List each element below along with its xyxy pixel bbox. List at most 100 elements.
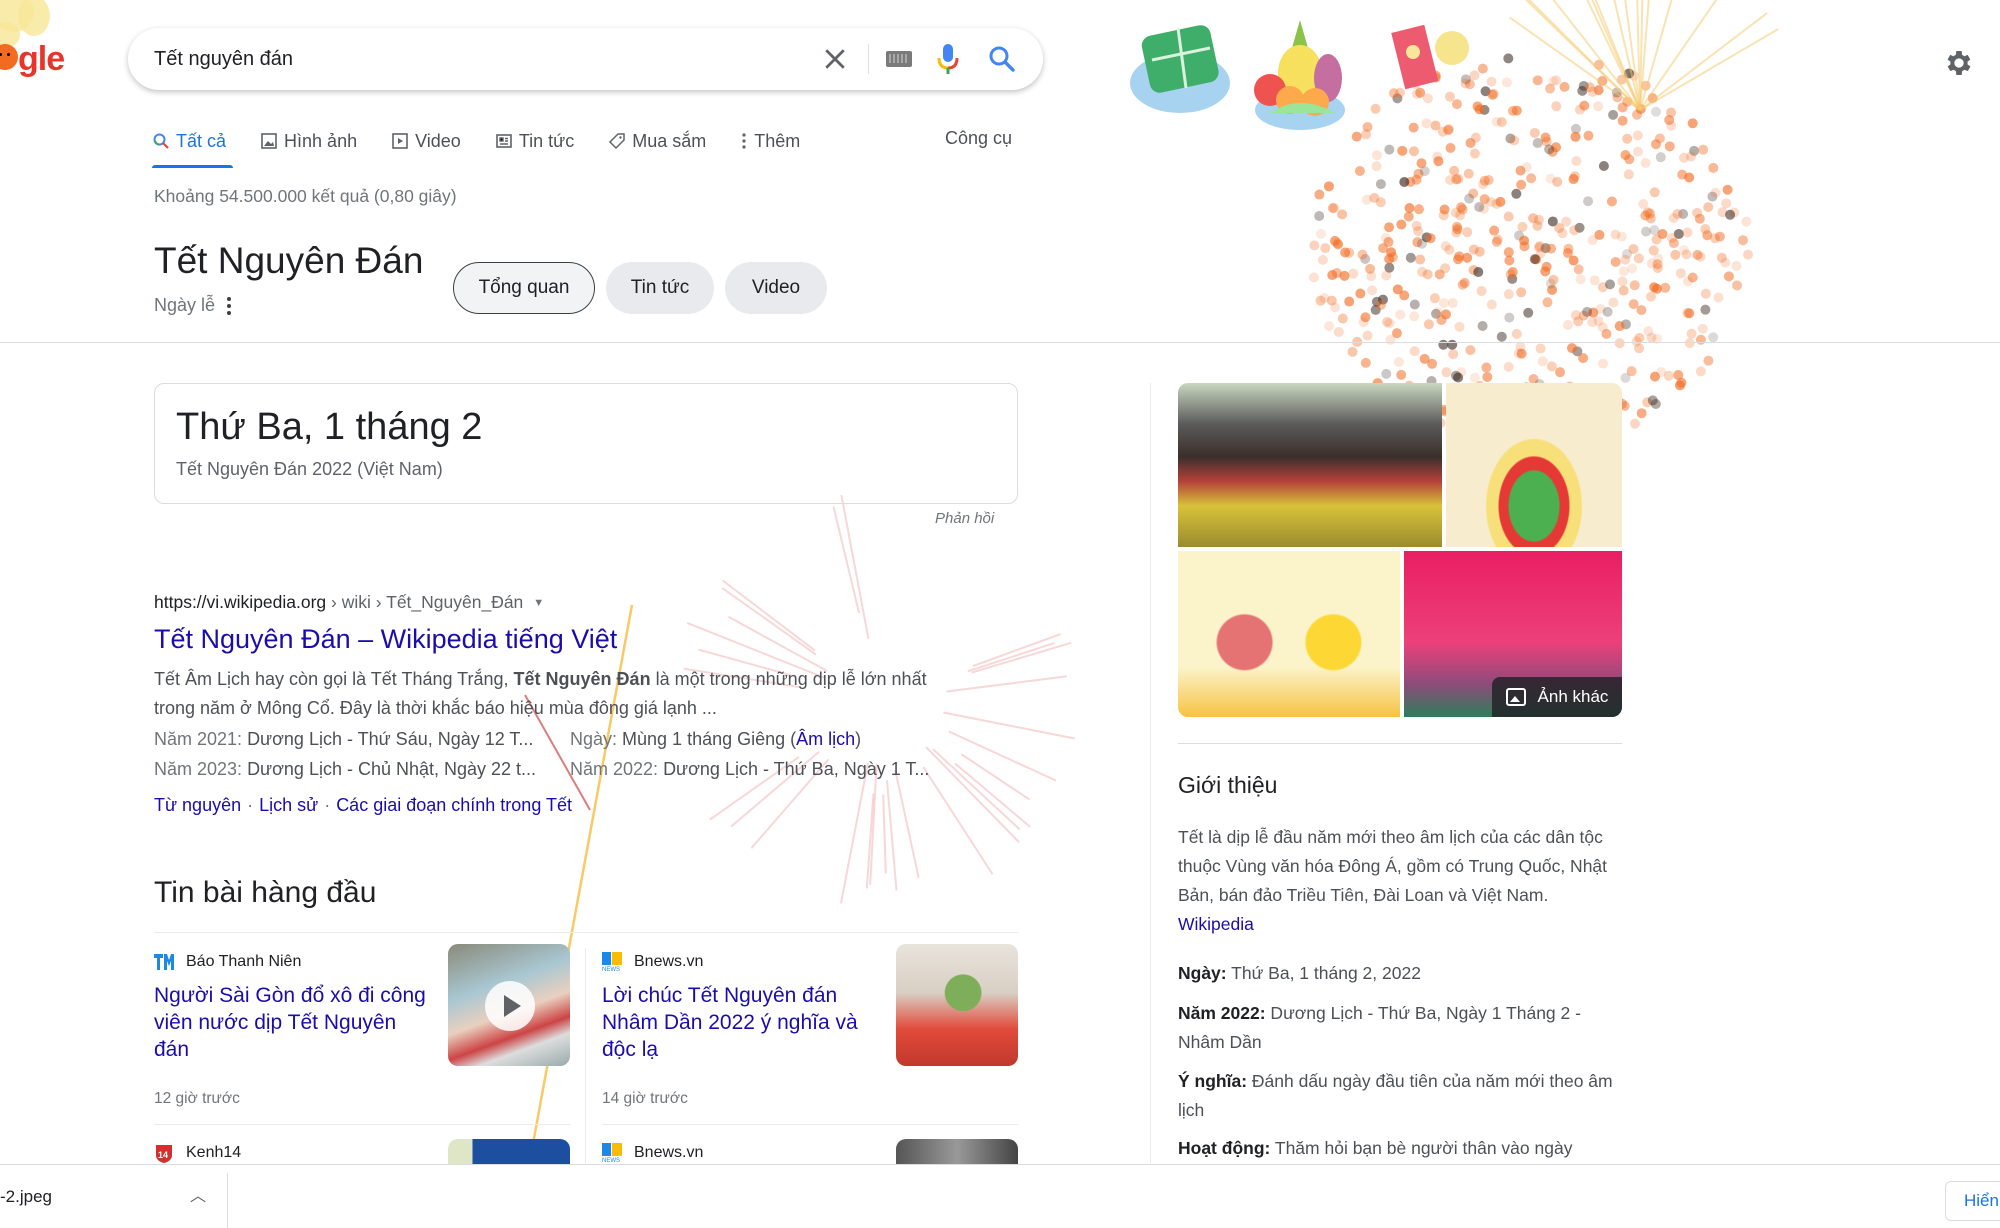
news-thumbnail[interactable] — [896, 1139, 1018, 1167]
google-doodle-logo[interactable]: gle — [0, 0, 80, 90]
search-divider — [868, 44, 869, 74]
separator: · — [324, 795, 331, 815]
news-headline[interactable]: Lời chúc Tết Nguyên đán Nhâm Dần 2022 ý … — [602, 982, 882, 1063]
sitelink-etymology[interactable]: Từ nguyên — [154, 795, 241, 815]
snippet-text: Tết Âm Lịch hay còn gọi là Tết Tháng Trắ… — [154, 669, 514, 689]
bnews-logo-icon: NEWS — [602, 1143, 622, 1163]
search-input[interactable]: Tết nguyên đán — [154, 28, 293, 90]
lunar-calendar-link[interactable]: Âm lịch — [796, 729, 855, 749]
more-options-icon[interactable] — [227, 296, 232, 315]
search-tabs: Tất cả Hình ảnh Video Tin tức Mua sắm Th… — [152, 126, 834, 166]
source-name: Kenh14 — [186, 1144, 242, 1161]
source-name: Bnews.vn — [634, 1144, 704, 1161]
feedback-link[interactable]: Phản hồi — [935, 510, 994, 527]
chip-news[interactable]: Tin tức — [606, 262, 714, 314]
fact-label: Năm 2021: — [154, 729, 248, 749]
fact-value: Dương Lịch - Thứ Sáu, Ngày 12 T... — [247, 729, 534, 749]
tab-label: Mua sắm — [632, 130, 707, 151]
news-source: NEWS Bnews.vn — [602, 952, 703, 972]
fact-label: Ngày: — [570, 729, 623, 749]
tiger-icon — [0, 44, 18, 70]
search-icon[interactable] — [986, 42, 1018, 76]
banh-chung-icon — [1130, 25, 1230, 113]
tab-video[interactable]: Video — [391, 126, 461, 156]
download-bar: -2.jpeg ︿ Hiển — [0, 1164, 2000, 1228]
result-title-link[interactable]: Tết Nguyên Đán – Wikipedia tiếng Việt — [154, 624, 617, 655]
gallery-image-illustration[interactable] — [1446, 383, 1622, 547]
settings-gear-icon[interactable] — [1943, 47, 1975, 79]
more-vert-icon — [742, 133, 746, 149]
news-card[interactable]: NEWS Bnews.vn Lời chúc Tết Nguyên đán Nh… — [602, 944, 1022, 1122]
show-all-button[interactable]: Hiển — [1945, 1181, 2000, 1221]
source-name: Bnews.vn — [634, 953, 704, 970]
keyboard-icon[interactable] — [886, 51, 912, 67]
fact-value: Dương Lịch - Chủ Nhật, Ngày 22 t... — [247, 759, 537, 779]
chip-overview[interactable]: Tổng quan — [453, 262, 595, 314]
kp-fact-activity: Hoạt động: Thăm hỏi bạn bè người thân và… — [1178, 1134, 1628, 1163]
result-cite[interactable]: https://vi.wikipedia.org › wiki › Tết_Ng… — [154, 592, 544, 613]
result-fact: Năm 2022: Dương Lịch - Thứ Ba, Ngày 1 T.… — [570, 759, 929, 780]
news-thumbnail[interactable] — [448, 944, 570, 1066]
doodle-illustrations — [1130, 20, 1469, 130]
tab-all[interactable]: Tất cả — [152, 126, 226, 156]
fact-label: Ngày: — [1178, 963, 1227, 983]
sitelink-history[interactable]: Lịch sử — [259, 795, 318, 815]
clear-icon[interactable] — [820, 44, 850, 74]
sitelink-stages[interactable]: Các giai đoạn chính trong Tết — [336, 795, 572, 815]
news-thumbnail[interactable] — [448, 1139, 570, 1167]
gallery-image-family-cartoon[interactable] — [1178, 551, 1400, 717]
fruit-tray-icon — [1254, 20, 1345, 130]
search-box[interactable]: Tết nguyên đán — [128, 28, 1043, 90]
result-snippet: Tết Âm Lịch hay còn gọi là Tết Tháng Trắ… — [154, 665, 954, 723]
tab-news[interactable]: Tin tức — [495, 126, 574, 156]
news-source: 14 Kenh14 — [154, 1143, 241, 1163]
tab-shopping[interactable]: Mua sắm — [608, 126, 706, 156]
search-icon — [153, 133, 169, 149]
download-file-name[interactable]: -2.jpeg — [0, 1165, 52, 1228]
gallery-image-house[interactable] — [1178, 383, 1442, 547]
news-source: Báo Thanh Niên — [154, 952, 301, 972]
entity-subtitle: Ngày lễ — [154, 295, 232, 316]
image-icon — [261, 133, 277, 149]
tools-button[interactable]: Công cụ — [945, 128, 1012, 149]
fact-value: Thứ Ba, 1 tháng 2, 2022 — [1226, 963, 1421, 983]
fact-label: Hoạt động: — [1178, 1138, 1271, 1158]
fact-value: Thăm hỏi bạn bè người thân vào ngày — [1270, 1138, 1573, 1158]
news-headline[interactable]: Người Sài Gòn đổ xô đi công viên nước dị… — [154, 982, 434, 1063]
gallery-image-book-cover[interactable]: Ảnh khác — [1404, 551, 1622, 717]
answer-caption: Tết Nguyên Đán 2022 (Việt Nam) — [176, 459, 443, 479]
news-card[interactable]: Báo Thanh Niên Người Sài Gòn đổ xô đi cô… — [154, 944, 574, 1122]
entity-title: Tết Nguyên Đán — [154, 240, 424, 281]
result-stats: Khoảng 54.500.000 kết quả (0,80 giây) — [154, 186, 457, 206]
microphone-icon[interactable] — [936, 42, 960, 76]
image-gallery: Ảnh khác — [1178, 383, 1622, 717]
tab-label: Video — [415, 130, 461, 151]
news-thumbnail[interactable] — [896, 944, 1018, 1066]
entity-type: Ngày lễ — [154, 295, 216, 315]
fact-value: ) — [855, 729, 862, 749]
answer-date: Thứ Ba, 1 tháng 2 — [176, 406, 483, 448]
tab-label: Tất cả — [176, 130, 227, 151]
fact-label: Năm 2022: — [570, 759, 664, 779]
fact-value: Dương Lịch - Thứ Ba, Ngày 1 T... — [663, 759, 930, 779]
date-answer-card: Thứ Ba, 1 tháng 2 Tết Nguyên Đán 2022 (V… — [154, 383, 1018, 504]
about-heading: Giới thiệu — [1178, 772, 1278, 798]
chevron-up-icon[interactable]: ︿ — [188, 1183, 208, 1211]
tab-images[interactable]: Hình ảnh — [260, 126, 357, 156]
bnews-logo-icon: NEWS — [602, 952, 622, 972]
separator: · — [247, 795, 254, 815]
kp-fact-year: Năm 2022: Dương Lịch - Thứ Ba, Ngày 1 Th… — [1178, 999, 1628, 1057]
result-fact: Năm 2023: Dương Lịch - Chủ Nhật, Ngày 22… — [154, 759, 536, 780]
tab-label: Thêm — [754, 130, 801, 151]
more-images-button[interactable]: Ảnh khác — [1492, 677, 1622, 717]
chip-video[interactable]: Video — [725, 262, 827, 314]
download-separator — [227, 1173, 228, 1228]
caret-down-icon[interactable]: ▼ — [533, 597, 544, 609]
svg-text:NEWS: NEWS — [602, 967, 620, 972]
tag-icon — [609, 133, 625, 150]
wikipedia-link[interactable]: Wikipedia — [1178, 914, 1254, 934]
row-divider — [602, 1124, 1018, 1125]
play-icon — [485, 981, 535, 1031]
news-age: 14 giờ trước — [602, 1090, 688, 1107]
tab-more[interactable]: Thêm — [740, 126, 800, 156]
